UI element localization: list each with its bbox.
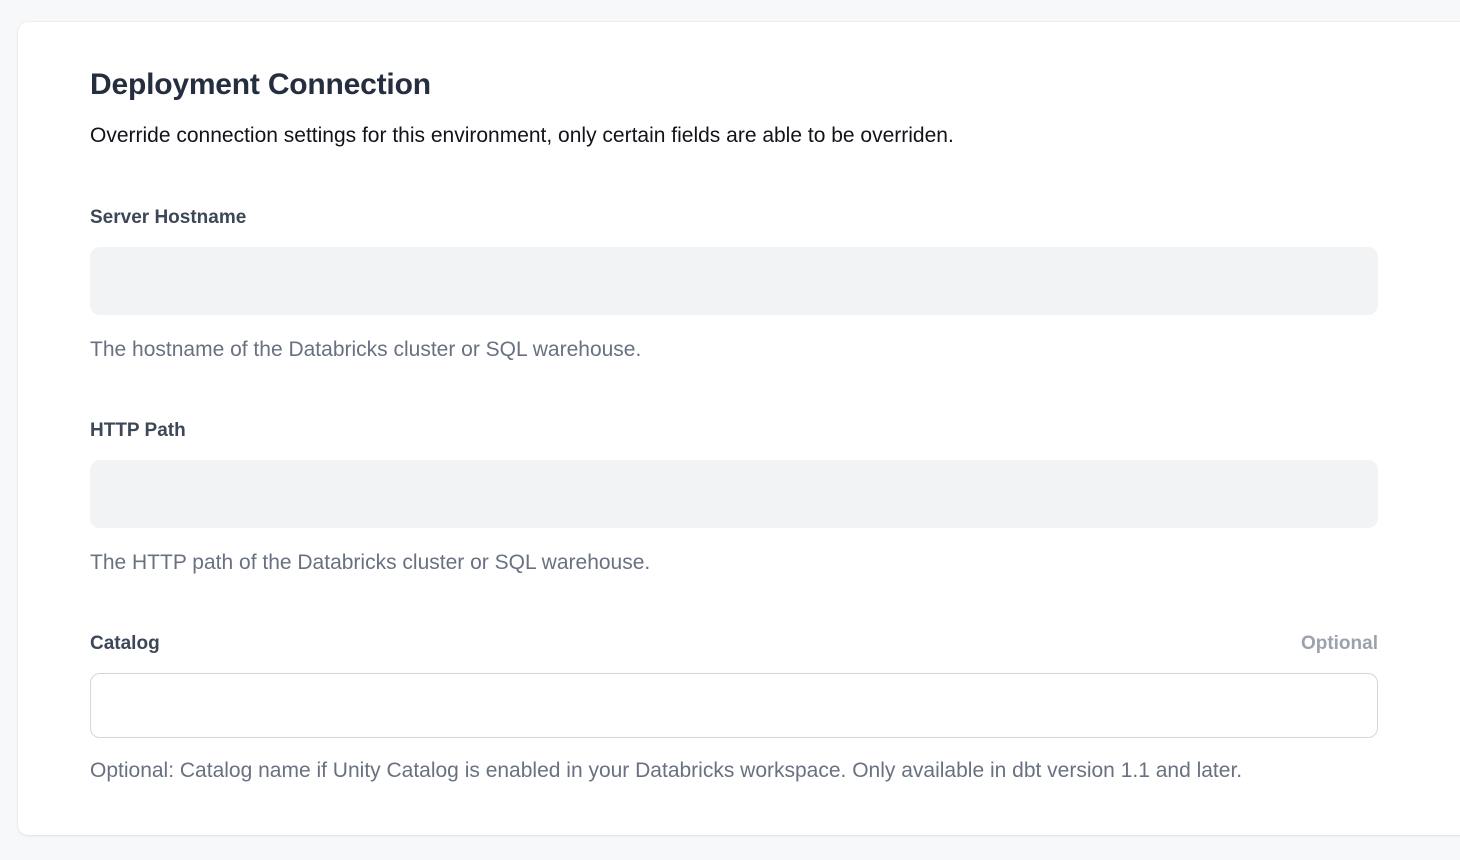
catalog-field-group: Catalog Optional Optional: Catalog name … [90, 632, 1378, 784]
http-path-label: HTTP Path [90, 419, 186, 443]
http-path-helper: The HTTP path of the Databricks cluster … [90, 549, 1378, 576]
server-hostname-field-group: Server Hostname The hostname of the Data… [90, 206, 1378, 363]
server-hostname-label: Server Hostname [90, 206, 246, 230]
page-title: Deployment Connection [90, 66, 1378, 104]
catalog-helper: Optional: Catalog name if Unity Catalog … [90, 757, 1378, 784]
http-path-label-row: HTTP Path [90, 419, 1378, 443]
catalog-label-row: Catalog Optional [90, 632, 1378, 656]
catalog-input[interactable] [90, 673, 1378, 738]
card-content: Deployment Connection Override connectio… [90, 66, 1378, 784]
deployment-connection-card: Deployment Connection Override connectio… [18, 22, 1460, 835]
http-path-input [90, 460, 1378, 528]
catalog-optional-tag: Optional [1301, 632, 1378, 656]
server-hostname-label-row: Server Hostname [90, 206, 1378, 230]
http-path-field-group: HTTP Path The HTTP path of the Databrick… [90, 419, 1378, 576]
server-hostname-helper: The hostname of the Databricks cluster o… [90, 336, 1378, 363]
catalog-label: Catalog [90, 632, 160, 656]
server-hostname-input [90, 247, 1378, 315]
page-subtitle: Override connection settings for this en… [90, 122, 1378, 150]
